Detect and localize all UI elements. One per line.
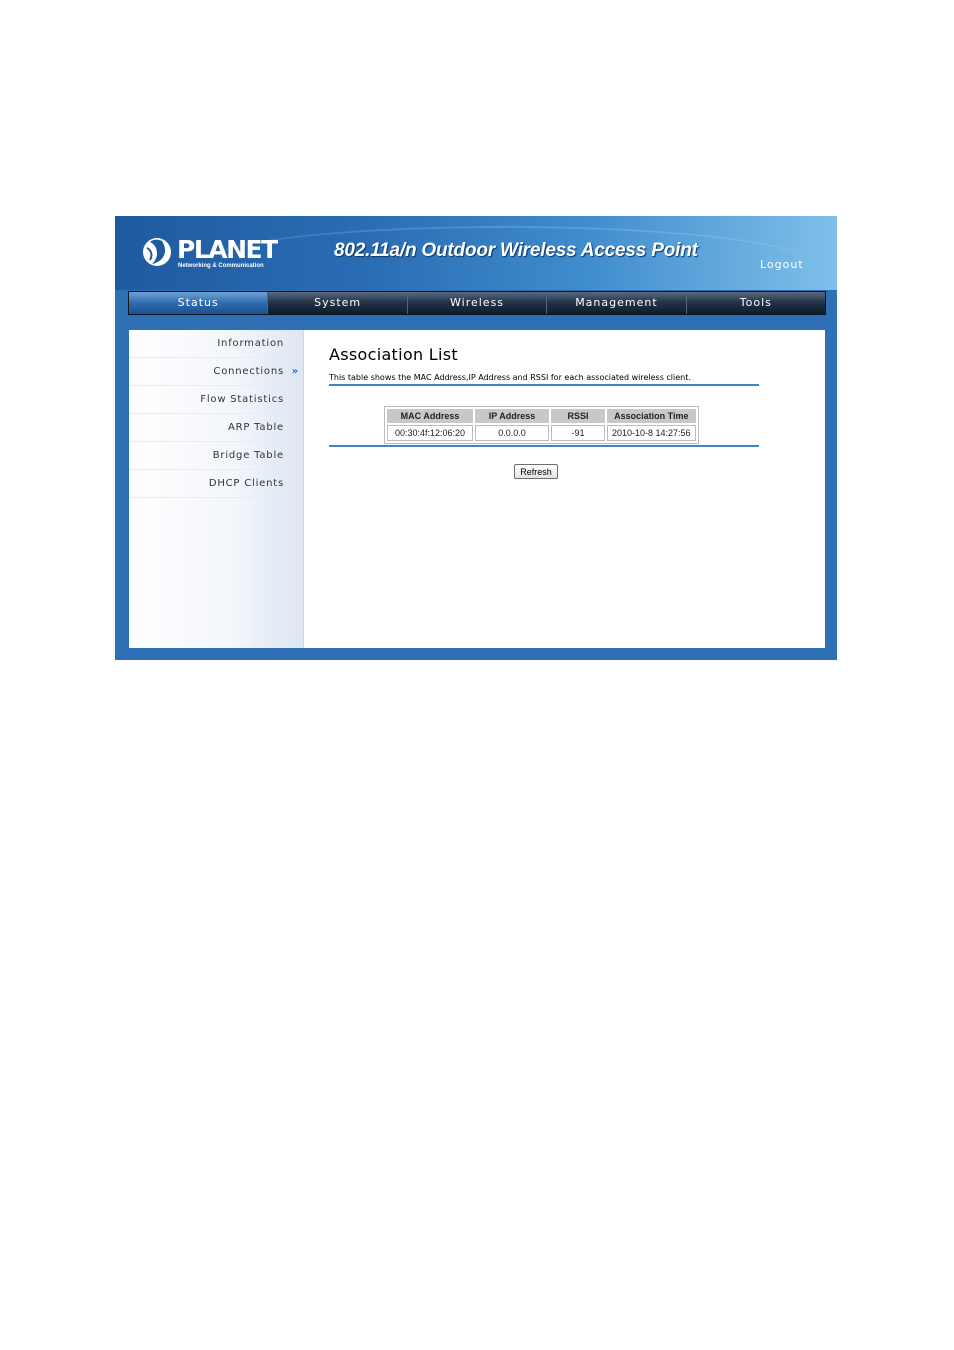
refresh-button[interactable]: Refresh <box>514 464 558 479</box>
tab-tools[interactable]: Tools <box>687 292 825 314</box>
header-banner: PLANET Networking & Communication 802.11… <box>115 216 837 290</box>
cell-association-time: 2010-10-8 14:27:56 <box>607 425 696 441</box>
sidebar-item-arp-table[interactable]: ARP Table <box>129 414 303 442</box>
logo-wordmark: PLANET <box>177 235 278 264</box>
tab-management[interactable]: Management <box>547 292 687 314</box>
cell-mac-address: 00:30:4f:12:06:20 <box>387 425 473 441</box>
page-description: This table shows the MAC Address,IP Addr… <box>329 373 691 382</box>
divider <box>329 445 759 447</box>
column-header-ip-address: IP Address <box>475 409 549 423</box>
table-header-row: MAC Address IP Address RSSI Association … <box>387 409 696 423</box>
column-header-association-time: Association Time <box>607 409 696 423</box>
sidebar-item-connections[interactable]: Connections » <box>129 358 303 386</box>
tab-status[interactable]: Status <box>129 292 269 314</box>
sidebar-item-label: Flow Statistics <box>200 394 284 405</box>
sidebar: Information Connections » Flow Statistic… <box>129 330 304 648</box>
table-row: 00:30:4f:12:06:20 0.0.0.0 -91 2010-10-8 … <box>387 425 696 441</box>
router-admin-window: PLANET Networking & Communication 802.11… <box>115 216 837 660</box>
sidebar-item-label: Connections <box>213 366 284 377</box>
sidebar-item-dhcp-clients[interactable]: DHCP Clients <box>129 470 303 498</box>
column-header-rssi: RSSI <box>551 409 605 423</box>
double-chevron-right-icon: » <box>291 366 299 377</box>
tab-wireless[interactable]: Wireless <box>408 292 548 314</box>
header-decoration <box>205 226 805 298</box>
planet-globe-icon <box>143 238 171 266</box>
cell-rssi: -91 <box>551 425 605 441</box>
sidebar-item-label: DHCP Clients <box>208 478 284 489</box>
main-nav: Status System Wireless Management Tools <box>128 291 826 315</box>
cell-ip-address: 0.0.0.0 <box>475 425 549 441</box>
product-title: 802.11a/n Outdoor Wireless Access Point <box>334 240 698 261</box>
main-panel: Association List This table shows the MA… <box>304 330 825 648</box>
content-area: Information Connections » Flow Statistic… <box>129 330 825 648</box>
column-header-mac-address: MAC Address <box>387 409 473 423</box>
divider <box>329 384 759 386</box>
logo-tagline: Networking & Communication <box>178 263 264 269</box>
sidebar-item-flow-statistics[interactable]: Flow Statistics <box>129 386 303 414</box>
sidebar-item-label: Bridge Table <box>212 450 284 461</box>
footer-bar <box>115 648 837 660</box>
sidebar-item-information[interactable]: Information <box>129 330 303 358</box>
sidebar-item-label: Information <box>217 338 284 349</box>
page-title: Association List <box>329 345 458 364</box>
logout-link[interactable]: Logout <box>760 258 804 271</box>
planet-logo: PLANET Networking & Communication <box>141 236 278 272</box>
association-table: MAC Address IP Address RSSI Association … <box>384 406 699 444</box>
sidebar-item-label: ARP Table <box>227 422 284 433</box>
tab-system[interactable]: System <box>268 292 408 314</box>
sidebar-item-bridge-table[interactable]: Bridge Table <box>129 442 303 470</box>
